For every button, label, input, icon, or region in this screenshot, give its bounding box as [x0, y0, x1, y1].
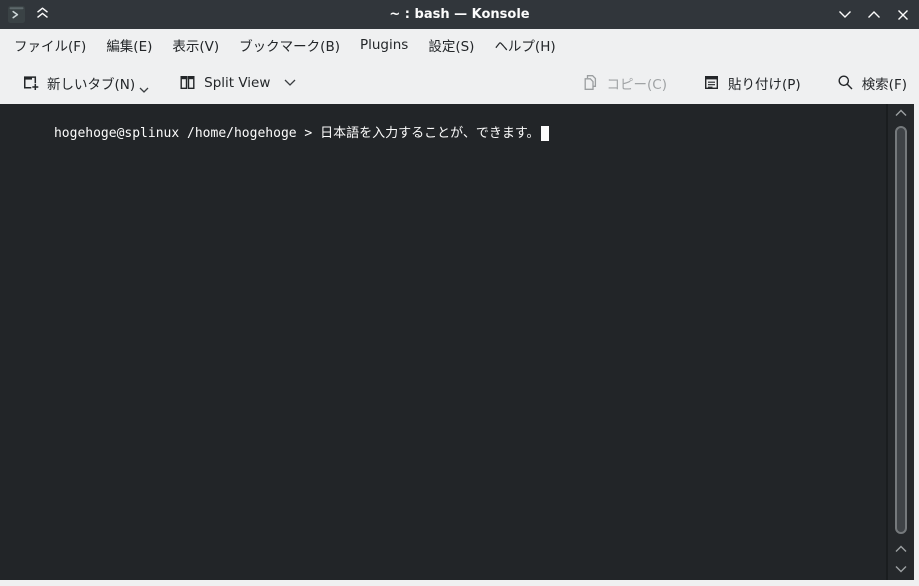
split-view-icon	[179, 74, 196, 91]
close-icon[interactable]	[895, 7, 911, 23]
konsole-app-icon[interactable]	[8, 6, 25, 23]
new-tab-label: 新しいタブ(N)	[47, 76, 136, 93]
menu-settings[interactable]: 設定(S)	[418, 30, 484, 60]
scroll-down-icon[interactable]	[895, 565, 908, 573]
terminal-typed-text: 日本語を入力することが、できます。	[320, 126, 540, 141]
maximize-icon[interactable]	[866, 7, 882, 23]
scroll-up-icon[interactable]	[895, 109, 908, 117]
search-button[interactable]: 検索(F)	[837, 73, 907, 93]
terminal-wrap: hogehoge@splinux /home/hogehoge > 日本語を入力…	[0, 104, 914, 580]
split-view-button[interactable]: Split View	[179, 74, 296, 91]
new-tab-dropdown-icon	[139, 81, 149, 97]
new-tab-button[interactable]: 新しいタブ(N)	[22, 73, 149, 93]
window-controls	[837, 7, 911, 23]
terminal-cursor	[540, 126, 549, 141]
scrollbar-thumb[interactable]	[895, 126, 907, 534]
scroll-up-bottom-icon[interactable]	[895, 545, 908, 553]
split-view-dropdown-icon	[284, 79, 296, 86]
window-title: ~ : bash — Konsole	[389, 7, 530, 22]
terminal-view[interactable]: hogehoge@splinux /home/hogehoge > 日本語を入力…	[0, 104, 886, 580]
menu-file[interactable]: ファイル(F)	[4, 30, 96, 60]
toolbar-right-group: コピー(C) 貼り付け(P) 検索(F)	[582, 73, 907, 93]
copy-icon	[582, 74, 599, 91]
menu-edit[interactable]: 編集(E)	[96, 30, 162, 60]
terminal-prompt: hogehoge@splinux /home/hogehoge >	[53, 126, 321, 141]
toolbar-left-group: 新しいタブ(N) Split View	[22, 73, 296, 93]
menu-help[interactable]: ヘルプ(H)	[484, 30, 565, 60]
paste-icon	[703, 74, 720, 91]
terminal-scrollbar[interactable]	[886, 104, 914, 580]
split-view-label: Split View	[204, 74, 271, 91]
toolbar: 新しいタブ(N) Split View コピー(C) 貼り付け(P) 検索(F)	[0, 61, 919, 104]
paste-label: 貼り付け(P)	[728, 76, 801, 93]
minimize-icon[interactable]	[837, 7, 853, 23]
keep-above-icon[interactable]	[35, 5, 50, 24]
menu-view[interactable]: 表示(V)	[162, 30, 229, 60]
search-icon	[837, 74, 854, 91]
titlebar-left	[8, 5, 50, 24]
menu-plugins[interactable]: Plugins	[350, 32, 418, 58]
new-tab-icon	[22, 74, 39, 91]
search-label: 検索(F)	[861, 76, 907, 93]
copy-button[interactable]: コピー(C)	[582, 73, 667, 93]
menu-bookmarks[interactable]: ブックマーク(B)	[229, 30, 350, 60]
menubar: ファイル(F) 編集(E) 表示(V) ブックマーク(B) Plugins 設定…	[0, 29, 919, 61]
window-content: hogehoge@splinux /home/hogehoge > 日本語を入力…	[0, 104, 919, 586]
paste-button[interactable]: 貼り付け(P)	[703, 73, 801, 93]
copy-label: コピー(C)	[606, 76, 667, 93]
titlebar: ~ : bash — Konsole	[0, 0, 919, 29]
